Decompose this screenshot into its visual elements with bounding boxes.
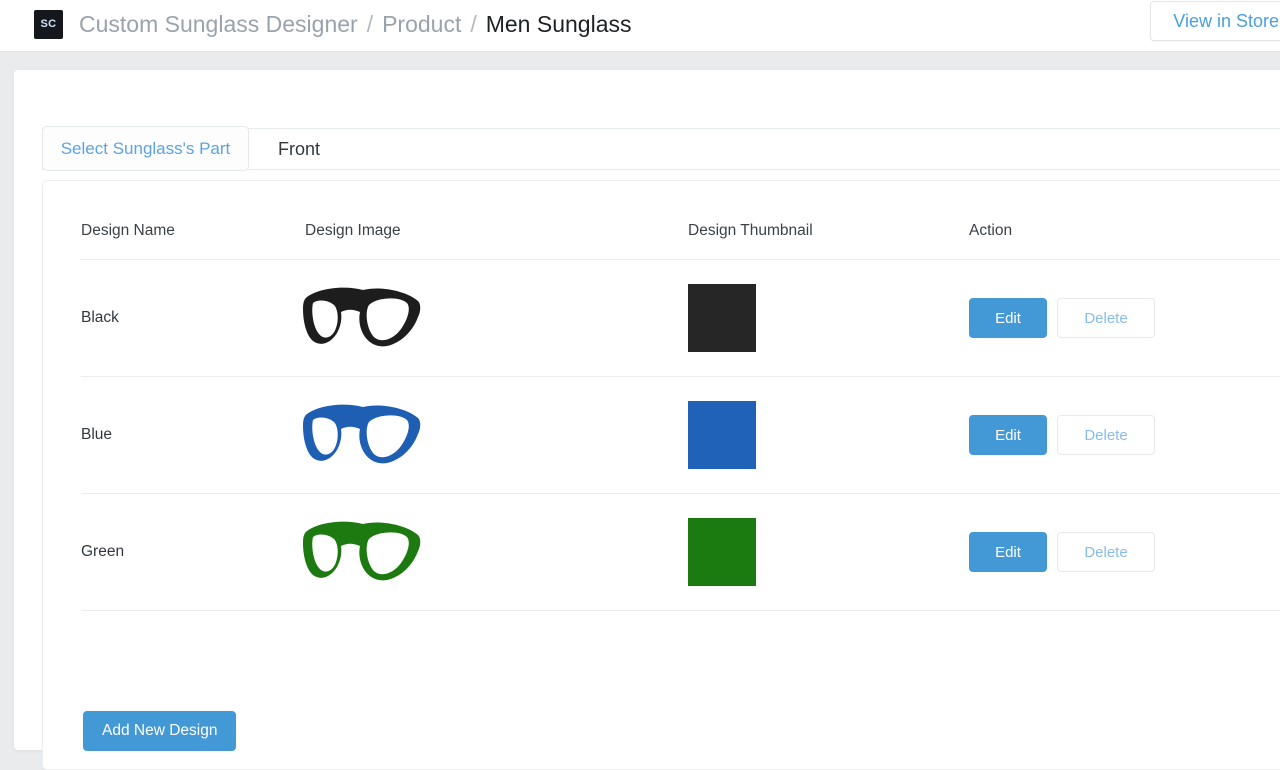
thumbnail-swatch [688,401,756,469]
column-header-design-image: Design Image [305,222,688,240]
action-cell: Edit Delete [969,415,1269,455]
delete-button[interactable]: Delete [1057,298,1155,338]
selected-part-value[interactable]: Front [278,129,320,169]
view-in-store-button[interactable]: View in Store [1150,1,1280,41]
edit-button[interactable]: Edit [969,532,1047,572]
design-name-cell: Blue [81,426,305,444]
breadcrumb-root[interactable]: Custom Sunglass Designer [79,11,358,38]
design-thumbnail-cell [688,518,969,586]
table-row: Blue Edit Delete [81,377,1280,494]
sunglass-frame-icon [301,515,425,589]
select-sunglass-part-label[interactable]: Select Sunglass's Part [42,126,249,171]
top-header-bar: SC Custom Sunglass Designer / Product / … [0,0,1280,52]
edit-button[interactable]: Edit [969,415,1047,455]
column-header-action: Action [969,222,1269,240]
breadcrumb-separator-1: / [367,11,373,38]
design-image-cell [305,515,688,589]
breadcrumb-section-product[interactable]: Product [382,11,461,38]
edit-button[interactable]: Edit [969,298,1047,338]
column-header-design-thumbnail: Design Thumbnail [688,222,969,240]
design-thumbnail-cell [688,284,969,352]
sunglass-frame-icon [301,281,425,355]
breadcrumb-separator-2: / [470,11,476,38]
sunglass-frame-icon [301,398,425,472]
table-header-row: Design Name Design Image Design Thumbnai… [81,203,1280,260]
design-thumbnail-cell [688,401,969,469]
delete-button[interactable]: Delete [1057,532,1155,572]
design-image-cell [305,281,688,355]
breadcrumb: Custom Sunglass Designer / Product / Men… [79,11,631,38]
design-name-cell: Green [81,543,305,561]
thumbnail-swatch [688,518,756,586]
designs-panel: Design Name Design Image Design Thumbnai… [42,180,1280,770]
part-selector-bar: Select Sunglass's Part Front [42,128,1280,170]
column-header-design-name: Design Name [81,222,305,240]
page-title: Men Sunglass [486,11,632,38]
action-cell: Edit Delete [969,298,1269,338]
app-logo-icon: SC [34,10,63,39]
design-image-cell [305,398,688,472]
delete-button[interactable]: Delete [1057,415,1155,455]
design-name-cell: Black [81,309,305,327]
add-new-design-button[interactable]: Add New Design [83,711,236,751]
action-cell: Edit Delete [969,532,1269,572]
table-row: Green Edit Delete [81,494,1280,611]
table-row: Black Edit Delete [81,260,1280,377]
designs-table: Design Name Design Image Design Thumbnai… [81,203,1280,611]
page-card: Select Sunglass's Part Front Design Name… [14,70,1280,750]
brand-breadcrumb-group: SC Custom Sunglass Designer / Product / … [34,4,631,44]
thumbnail-swatch [688,284,756,352]
